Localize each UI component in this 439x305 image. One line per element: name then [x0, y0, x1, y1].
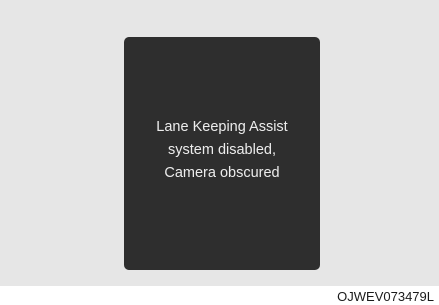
figure-code-label: OJWEV073479L — [337, 289, 434, 304]
warning-message-line-3: Camera obscured — [164, 165, 280, 181]
warning-message-line-2: system disabled, — [168, 142, 276, 158]
warning-message: Lane Keeping Assist system disabled, Cam… — [156, 116, 287, 185]
figure-background: Lane Keeping Assist system disabled, Cam… — [0, 0, 439, 286]
warning-message-line-1: Lane Keeping Assist — [156, 119, 288, 135]
cluster-display-panel: Lane Keeping Assist system disabled, Cam… — [124, 37, 320, 270]
